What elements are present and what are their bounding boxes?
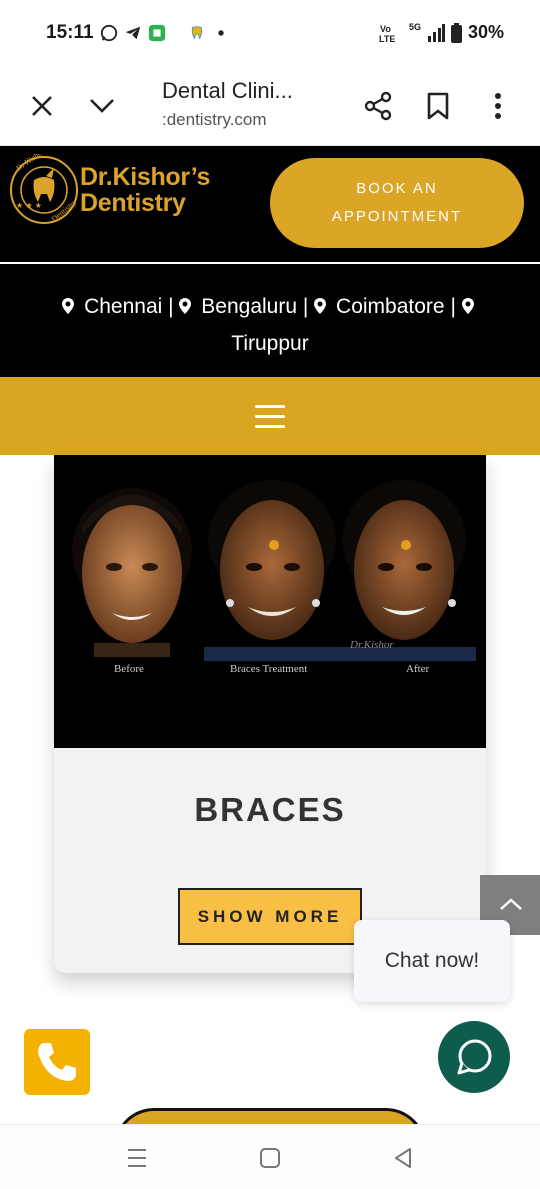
book-appointment-button[interactable]: BOOK AN APPOINTMENT bbox=[270, 158, 524, 248]
status-time: 15:11 bbox=[46, 22, 94, 43]
signal-icon bbox=[427, 23, 445, 42]
service-title: BRACES bbox=[194, 791, 346, 828]
share-icon bbox=[364, 91, 392, 121]
menu-bar bbox=[0, 377, 540, 455]
whatsapp-icon bbox=[100, 24, 118, 42]
svg-text:★ ★ ★: ★ ★ ★ bbox=[16, 201, 42, 210]
phone-icon bbox=[38, 1043, 76, 1081]
network-type: 5G bbox=[408, 21, 421, 32]
home-icon bbox=[260, 1148, 280, 1168]
photo-watermark: Dr.Kishor bbox=[350, 639, 394, 651]
location-tiruppur[interactable]: Tiruppur bbox=[231, 332, 308, 355]
status-right: Vo LTE 5G 30% bbox=[379, 22, 504, 43]
recent-apps-button[interactable] bbox=[122, 1143, 152, 1173]
book-label-line2: APPOINTMENT bbox=[331, 208, 463, 225]
caption-treatment: Braces Treatment bbox=[230, 663, 308, 675]
back-button[interactable] bbox=[388, 1143, 418, 1173]
system-nav-bar bbox=[0, 1124, 540, 1189]
logo-line1: Dr.Kishor’s bbox=[80, 163, 211, 191]
recents-icon bbox=[128, 1149, 146, 1167]
location-separator: | bbox=[168, 295, 174, 318]
close-tab-button[interactable] bbox=[22, 86, 62, 126]
page-url[interactable]: :dentistry.com bbox=[162, 110, 267, 130]
caption-after: After bbox=[406, 663, 430, 675]
show-more-button[interactable]: SHOW MORE bbox=[178, 888, 362, 945]
chat-icon bbox=[457, 1039, 492, 1075]
battery-icon bbox=[450, 22, 462, 43]
logo-line2: Dentistry bbox=[80, 189, 186, 217]
location-list: Chennai | Bengaluru | Coimbatore | Tirup… bbox=[0, 264, 540, 377]
app-icon bbox=[148, 24, 166, 42]
location-bengaluru[interactable]: Bengaluru bbox=[201, 295, 297, 318]
back-icon bbox=[395, 1148, 411, 1168]
caption-before: Before bbox=[114, 663, 144, 675]
logo-text: Dr.Kishor’s Dentistry bbox=[80, 164, 210, 216]
location-separator: | bbox=[302, 295, 309, 318]
call-button[interactable] bbox=[24, 1029, 90, 1095]
page-title: Dental Clini... bbox=[162, 78, 293, 103]
more-options-button[interactable] bbox=[478, 86, 518, 126]
volte-icon: VoLTE bbox=[379, 24, 395, 43]
notification-icons bbox=[100, 24, 230, 42]
telegram-icon bbox=[125, 26, 141, 40]
before-after-photo bbox=[72, 480, 476, 661]
page: 15:11 Vo LTE 5G 30% Dental Clini... :dent… bbox=[0, 0, 540, 1189]
site-header: Dr Kishor's Dentistry ★ ★ ★ Dr.Kishor’s … bbox=[0, 146, 540, 264]
whatsapp-chat-button[interactable] bbox=[438, 1021, 510, 1093]
location-coimbatore[interactable]: Coimbatore bbox=[336, 295, 445, 318]
share-button[interactable] bbox=[358, 86, 398, 126]
location-pin-icon bbox=[179, 298, 192, 314]
site-logo[interactable]: Dr Kishor's Dentistry ★ ★ ★ Dr.Kishor’s … bbox=[8, 152, 238, 226]
hamburger-menu-icon[interactable] bbox=[255, 405, 285, 429]
location-pin-icon bbox=[62, 298, 75, 314]
book-label-line1: BOOK AN bbox=[356, 180, 438, 197]
location-chennai[interactable]: Chennai bbox=[84, 295, 162, 318]
svg-text:LTE: LTE bbox=[379, 34, 395, 43]
chat-now-bubble[interactable]: Chat now! bbox=[354, 920, 510, 1002]
expand-button[interactable] bbox=[82, 86, 122, 126]
service-card: Before Braces Treatment After Dr.Kishor … bbox=[54, 455, 486, 973]
dental-app-icon bbox=[191, 26, 203, 40]
home-button[interactable] bbox=[255, 1143, 285, 1173]
location-separator: | bbox=[450, 295, 456, 318]
battery-percent: 30% bbox=[467, 22, 504, 42]
status-bar: 15:11 Vo LTE 5G 30% bbox=[0, 0, 540, 68]
dot-icon bbox=[218, 30, 224, 36]
more-icon bbox=[495, 93, 501, 119]
browser-toolbar: Dental Clini... :dentistry.com bbox=[0, 68, 540, 146]
svg-text:Vo: Vo bbox=[380, 24, 391, 34]
bookmark-icon bbox=[427, 92, 449, 120]
chevron-down-icon bbox=[90, 99, 114, 113]
treatment-photo: Before Braces Treatment After Dr.Kishor bbox=[54, 455, 486, 748]
bookmark-button[interactable] bbox=[418, 86, 458, 126]
location-pin-icon bbox=[314, 298, 327, 314]
close-icon bbox=[32, 96, 52, 116]
location-pin-icon bbox=[461, 298, 474, 314]
logo-badge: Dr Kishor's Dentistry ★ ★ ★ bbox=[10, 154, 78, 224]
